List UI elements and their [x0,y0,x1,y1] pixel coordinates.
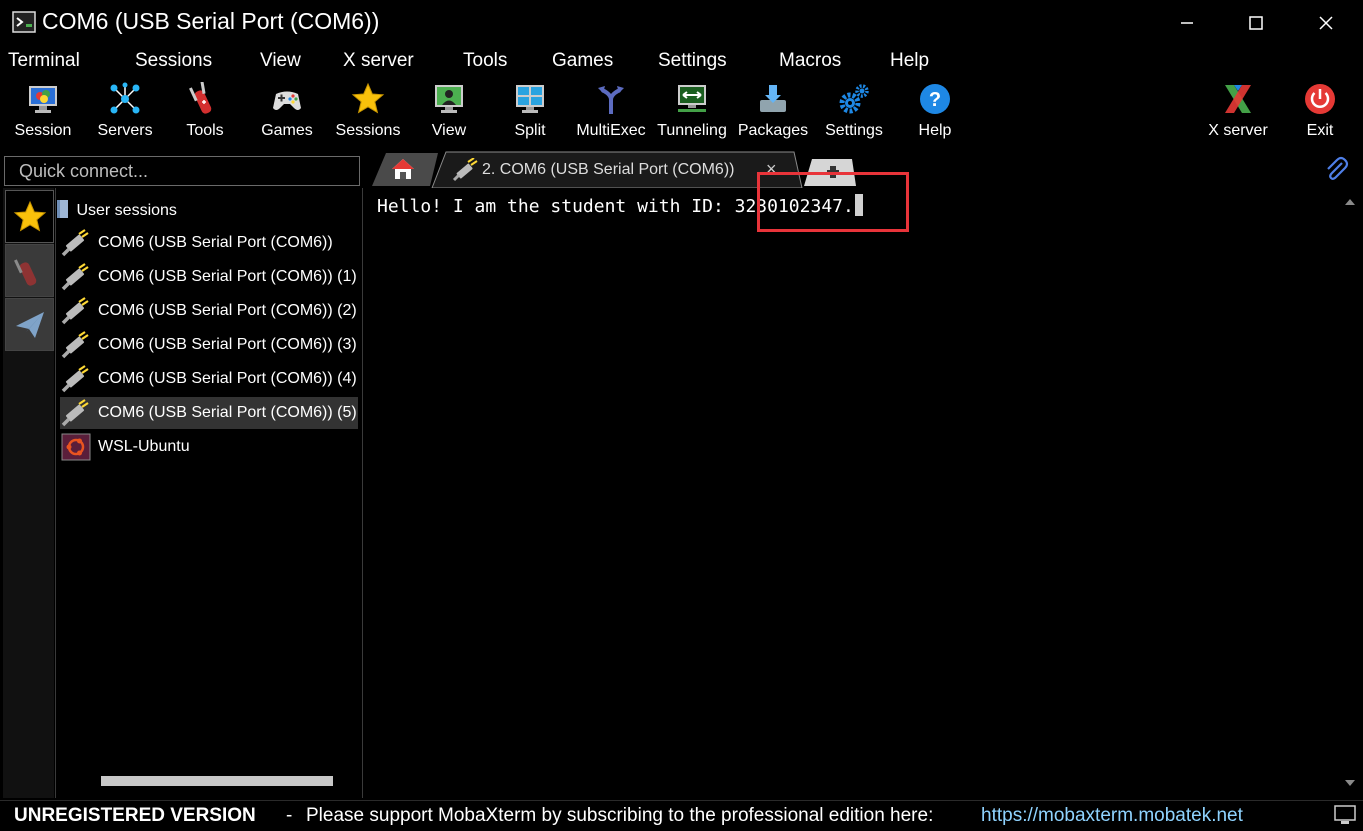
serial-plug-icon [61,263,89,291]
quick-connect-box [4,156,360,186]
scroll-up-icon[interactable] [1343,196,1357,206]
x-server-button[interactable]: X server [1197,78,1279,150]
gears-icon [839,84,869,114]
menu-bar: Terminal Sessions View X server Tools Ga… [0,46,1363,76]
window-title: COM6 (USB Serial Port (COM6)) [42,8,380,34]
support-message: Please support MobaXterm by subscribing … [306,805,934,826]
list-item[interactable]: COM6 (USB Serial Port (COM6)) (3) [60,329,358,361]
title-bar: COM6 (USB Serial Port (COM6)) [0,0,1363,46]
games-button[interactable]: Games [246,78,328,150]
menu-settings[interactable]: Settings [658,50,727,72]
split-screen-icon [516,85,544,113]
unregistered-label: UNREGISTERED VERSION [14,805,256,826]
sidebar-tabs [3,188,54,798]
user-monitor-icon [435,85,463,113]
split-button[interactable]: Split [489,78,571,150]
scroll-down-icon[interactable] [1343,778,1357,788]
package-download-icon [760,85,786,112]
home-icon [392,159,414,179]
exit-button[interactable]: Exit [1279,78,1361,150]
maximize-button[interactable] [1222,0,1290,46]
status-bar: UNREGISTERED VERSION - Please support Mo… [0,800,1363,831]
tree-header-label: User sessions [76,202,177,219]
paperclip-icon [1327,156,1349,180]
servers-button[interactable]: Servers [84,78,166,150]
svg-text:?: ? [929,89,941,111]
sessions-panel: User sessions COM6 (USB Serial Port (COM… [55,188,363,798]
list-item[interactable]: COM6 (USB Serial Port (COM6)) (1) [60,261,358,293]
user-sessions-folder[interactable]: User sessions [56,198,177,220]
serial-plug-icon [61,229,89,257]
tools-button[interactable]: Tools [164,78,246,150]
session-button[interactable]: Session [2,78,84,150]
gamepad-icon [273,91,301,110]
menu-x-server[interactable]: X server [343,50,414,72]
tunnel-icon [678,85,706,112]
tab-title: 2. COM6 (USB Serial Port (COM6)) [482,161,735,178]
id-highlight-box [757,172,909,232]
folder-icon [57,200,68,218]
sidebar-tab-sftp[interactable] [5,298,54,351]
menu-tools[interactable]: Tools [463,50,507,72]
menu-games[interactable]: Games [552,50,613,72]
paper-plane-icon [15,311,44,338]
star-icon [351,82,385,114]
serial-plug-icon [61,365,89,393]
list-item[interactable]: COM6 (USB Serial Port (COM6)) (2) [60,295,358,327]
menu-sessions[interactable]: Sessions [135,50,212,72]
menu-help[interactable]: Help [890,50,929,72]
quick-connect-input[interactable] [5,157,359,185]
serial-plug-icon [61,297,89,325]
toolbar: Session Servers Tools Games Sessions Vie… [0,78,1363,150]
x-server-icon [1225,85,1251,113]
list-item-selected[interactable]: COM6 (USB Serial Port (COM6)) (5) [60,397,358,429]
settings-button[interactable]: Settings [813,78,895,150]
home-tab[interactable] [390,157,426,183]
attach-button[interactable] [1322,155,1350,183]
minimize-button[interactable] [1153,0,1221,46]
packages-button[interactable]: Packages [732,78,814,150]
ubuntu-icon [61,433,91,461]
vertical-scrollbar[interactable] [1338,188,1362,798]
help-button[interactable]: ? Help [894,78,976,150]
sidebar-tab-sessions[interactable] [5,190,54,243]
help-icon: ? [920,84,950,114]
monitor-status-icon[interactable] [1333,804,1357,826]
status-separator: - [286,805,293,826]
list-item[interactable]: COM6 (USB Serial Port (COM6)) (4) [60,363,358,395]
list-item[interactable]: WSL-Ubuntu [60,431,358,463]
terminal-area[interactable]: Hello! I am the student with ID: 3230102… [369,188,1333,798]
sidebar-tab-tools[interactable] [5,244,54,297]
tunneling-button[interactable]: Tunneling [651,78,733,150]
serial-plug-icon [61,331,89,359]
horizontal-scrollbar[interactable] [101,776,333,786]
monitor-icon [29,86,57,113]
swiss-knife-icon [189,82,212,114]
sessions-button[interactable]: Sessions [327,78,409,150]
maximize-icon [1249,16,1263,30]
serial-plug-icon [452,158,478,182]
menu-macros[interactable]: Macros [779,50,841,72]
menu-view[interactable]: View [260,50,301,72]
serial-plug-icon [61,399,89,427]
mobaxterm-logo-icon [12,11,36,33]
close-icon [1319,16,1333,30]
minimize-icon [1181,22,1193,24]
network-icon [110,82,140,114]
mobatek-link[interactable]: https://mobaxterm.mobatek.net [981,805,1243,827]
fork-arrows-icon [598,86,624,114]
multiexec-button[interactable]: MultiExec [570,78,652,150]
power-icon [1305,84,1335,114]
menu-terminal[interactable]: Terminal [8,50,80,72]
close-window-button[interactable] [1292,0,1360,46]
star-icon [13,200,46,232]
list-item[interactable]: COM6 (USB Serial Port (COM6)) [60,227,358,259]
tab-session-2[interactable]: 2. COM6 (USB Serial Port (COM6)) [452,156,792,184]
view-button[interactable]: View [408,78,490,150]
swiss-knife-icon [13,258,36,286]
